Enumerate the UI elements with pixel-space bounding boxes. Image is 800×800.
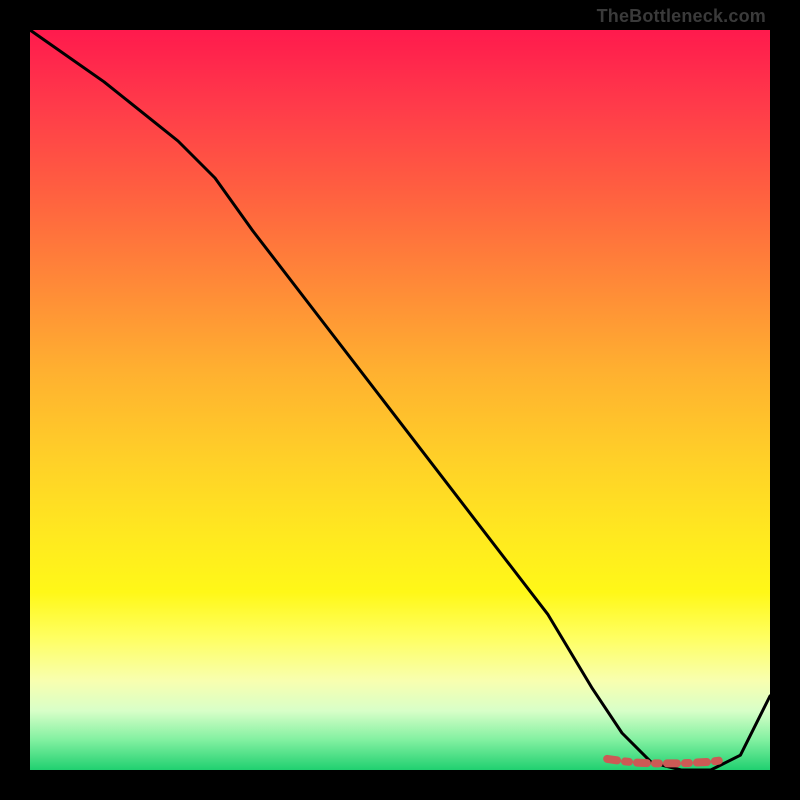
chart-svg bbox=[30, 30, 770, 770]
main-curve bbox=[30, 30, 770, 770]
highlight-band bbox=[607, 759, 725, 763]
chart-stage: TheBottleneck.com bbox=[0, 0, 800, 800]
plot-area bbox=[30, 30, 770, 770]
watermark-text: TheBottleneck.com bbox=[597, 6, 766, 27]
